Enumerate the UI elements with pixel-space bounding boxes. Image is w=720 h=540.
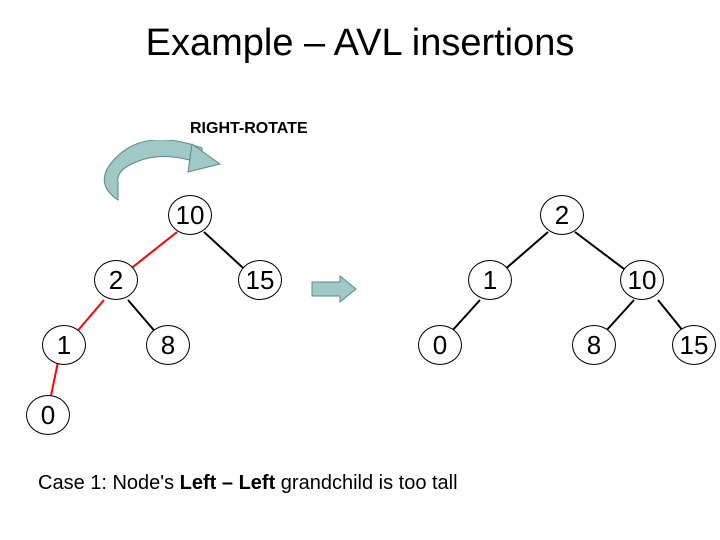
caption-suffix: grandchild is too tall [275,472,457,494]
page-title: Example – AVL insertions [146,22,575,65]
caption-prefix: Case 1: Node's [38,472,180,494]
right-ll-node: 0 [418,325,462,365]
rotation-arrow-icon [92,140,222,204]
left-lr-node: 8 [146,325,190,365]
right-rr-node: 15 [672,325,716,365]
left-l-node: 2 [94,260,138,300]
left-r-node: 15 [238,260,282,300]
left-lll-node: 0 [26,395,70,435]
left-ll-node: 1 [42,325,86,365]
right-root-node: 2 [540,195,584,235]
rotate-label: RIGHT-ROTATE [190,120,308,138]
caption: Case 1: Node's Left – Left grandchild is… [38,472,458,495]
caption-bold: Left – Left [180,472,276,494]
right-rl-node: 8 [572,325,616,365]
left-root-node: 10 [168,195,212,235]
implies-arrow-icon [310,274,358,304]
right-l-node: 1 [468,260,512,300]
right-r-node: 10 [620,260,664,300]
